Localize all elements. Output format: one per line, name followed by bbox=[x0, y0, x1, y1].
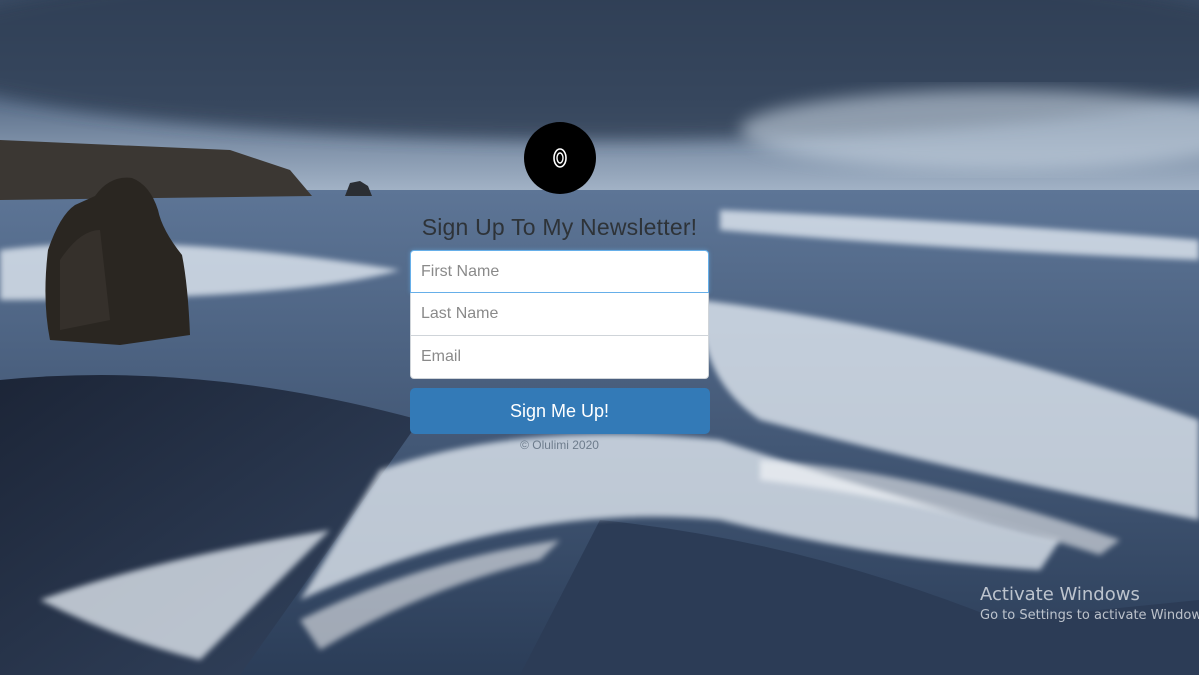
ring-logo-icon bbox=[552, 148, 567, 168]
activate-windows-subtitle: Go to Settings to activate Windows. bbox=[980, 608, 1199, 623]
signup-form: Sign Up To My Newsletter! Sign Me Up! © … bbox=[409, 122, 710, 452]
email-input[interactable] bbox=[410, 336, 709, 379]
activate-windows-title: Activate Windows bbox=[980, 584, 1140, 605]
copyright-text: © Olulimi 2020 bbox=[520, 438, 599, 452]
sign-me-up-button[interactable]: Sign Me Up! bbox=[409, 388, 710, 434]
signup-fields bbox=[410, 250, 709, 379]
first-name-input[interactable] bbox=[410, 250, 709, 293]
last-name-input[interactable] bbox=[410, 293, 709, 336]
logo-badge bbox=[523, 122, 596, 194]
signup-heading: Sign Up To My Newsletter! bbox=[421, 214, 698, 240]
activate-windows-watermark: Activate Windows Go to Settings to activ… bbox=[980, 584, 1199, 623]
